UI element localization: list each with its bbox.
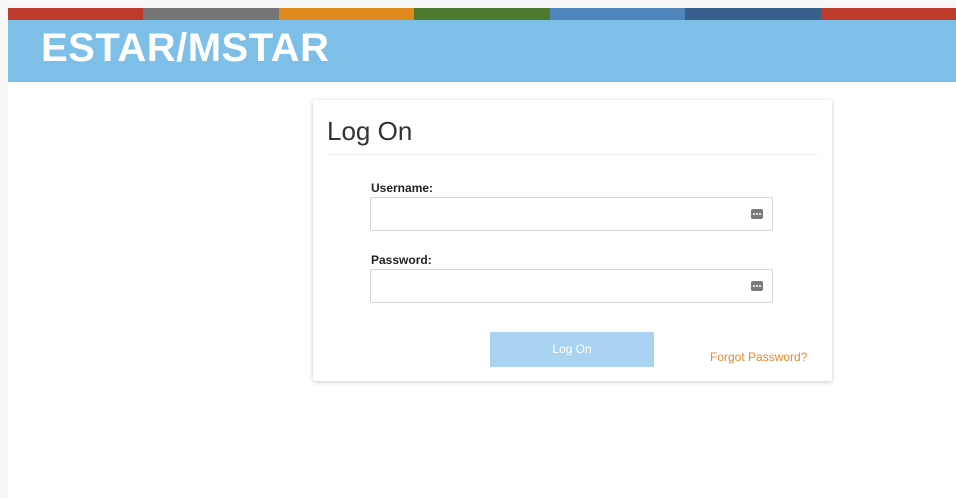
page: ESTAR/MSTAR Log On Username: Password: L…: [8, 8, 956, 498]
app-title: ESTAR/MSTAR: [41, 26, 330, 70]
password-manager-key-icon[interactable]: [751, 209, 763, 219]
header-color-stripe: [8, 8, 956, 20]
stripe-segment-5: [549, 8, 686, 20]
stripe-segment-6: [685, 8, 821, 20]
title-divider: [327, 154, 818, 155]
password-input[interactable]: [379, 271, 743, 303]
header-banner: ESTAR/MSTAR: [8, 20, 956, 82]
forgot-password-link[interactable]: Forgot Password?: [710, 350, 807, 364]
password-field[interactable]: [370, 269, 773, 303]
username-input[interactable]: [379, 199, 743, 231]
stripe-segment-1: [8, 8, 144, 20]
login-title: Log On: [327, 116, 413, 146]
username-label: Username:: [371, 181, 434, 195]
stripe-segment-3: [278, 8, 415, 20]
login-card: Log On Username: Password: Log On Forgot…: [313, 100, 832, 381]
stripe-segment-4: [414, 8, 550, 20]
stripe-segment-7: [820, 8, 956, 20]
password-label: Password:: [371, 253, 432, 267]
password-manager-key-icon[interactable]: [751, 281, 763, 291]
log-on-button[interactable]: Log On: [490, 332, 654, 367]
username-field[interactable]: [370, 197, 773, 231]
stripe-segment-2: [143, 8, 279, 20]
